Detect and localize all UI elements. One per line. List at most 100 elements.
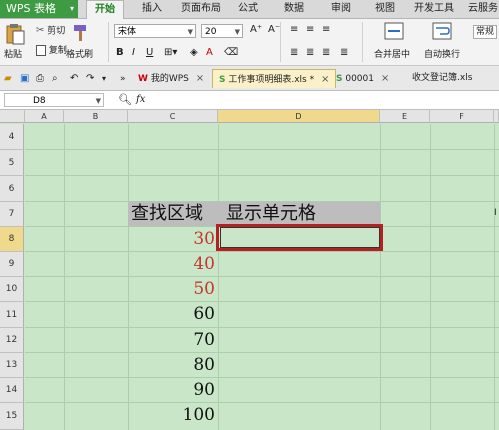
close-icon[interactable]: × xyxy=(196,73,204,84)
row-header[interactable]: 11 xyxy=(0,302,24,328)
tab-view[interactable]: 视图 xyxy=(375,0,395,18)
tab-developer[interactable]: 开发工具 xyxy=(414,0,454,18)
select-all-corner[interactable] xyxy=(0,110,25,123)
underline-icon: U xyxy=(146,47,154,58)
more-tabs-button[interactable]: » xyxy=(120,73,126,85)
font-name-select[interactable]: 宋体 ▼ xyxy=(114,24,196,38)
column-header-f[interactable]: F xyxy=(430,110,494,123)
cell-c11[interactable]: 60 xyxy=(128,302,217,326)
number-format-select[interactable]: 常规 xyxy=(473,25,498,39)
fill-color-button[interactable]: ◈ xyxy=(190,47,198,59)
justify-button[interactable]: ≣ xyxy=(340,47,348,59)
row-header[interactable]: 6 xyxy=(0,176,24,202)
wrap-text-button[interactable] xyxy=(432,22,452,40)
cell-c8[interactable]: 30 xyxy=(128,227,217,251)
tab-active-workbook[interactable]: S 工作事项明细表.xls * × xyxy=(212,69,337,88)
row-header[interactable]: 10 xyxy=(0,277,24,302)
copy-button[interactable]: 复制 xyxy=(36,45,67,57)
font-size-value: 20 xyxy=(205,27,217,37)
formula-input[interactable] xyxy=(160,93,495,107)
wrap-text-icon xyxy=(432,22,452,40)
grow-font-button[interactable]: A⁺ xyxy=(250,24,262,36)
cell-c10[interactable]: 50 xyxy=(128,277,217,301)
align-right-button[interactable]: ≣ xyxy=(322,47,330,59)
row-header[interactable]: 5 xyxy=(0,150,24,176)
tab-receipt-log[interactable]: 收文登记簿.xls xyxy=(406,69,478,88)
scissors-icon: ✂ xyxy=(36,25,45,36)
wps-app-menu[interactable]: WPS 表格 ▾ xyxy=(0,0,78,18)
clear-format-button[interactable]: ⌫ xyxy=(224,47,238,59)
cell-c15[interactable]: 100 xyxy=(128,403,217,427)
split-marker-icon: ⵏ xyxy=(494,208,497,218)
font-size-select[interactable]: 20 ▼ xyxy=(201,24,243,38)
cut-label: 剪切 xyxy=(47,26,66,37)
cell-d7[interactable]: 显示单元格 xyxy=(218,202,380,226)
row-header[interactable]: 8 xyxy=(0,227,24,252)
gridline xyxy=(25,276,499,277)
row-header[interactable]: 9 xyxy=(0,252,24,277)
borders-button[interactable]: ⊞▾ xyxy=(164,47,177,59)
gridline xyxy=(25,352,499,353)
cell-c12[interactable]: 70 xyxy=(128,328,217,352)
font-color-button[interactable]: A xyxy=(206,47,213,59)
open-folder-button[interactable]: ▰ xyxy=(4,73,12,85)
cell-c14[interactable]: 90 xyxy=(128,378,217,402)
name-box[interactable]: D8 ▼ xyxy=(4,93,104,107)
save-button[interactable]: ▣ xyxy=(20,73,29,85)
shrink-font-button[interactable]: A⁻ xyxy=(268,24,280,36)
column-header-a[interactable]: A xyxy=(25,110,64,123)
copy-label: 复制 xyxy=(48,46,67,56)
redo-button[interactable]: ↷ xyxy=(86,73,94,85)
cell-c9[interactable]: 40 xyxy=(128,252,217,276)
cell-c7[interactable]: 查找区域 xyxy=(128,202,218,226)
row-header[interactable]: 14 xyxy=(0,378,24,403)
column-header-b[interactable]: B xyxy=(64,110,128,123)
align-bottom-button[interactable]: ≡ xyxy=(322,24,330,36)
zoom-formula-button[interactable]: 🔍︎ xyxy=(118,94,132,106)
insert-function-button[interactable]: fx xyxy=(136,94,145,106)
tab-label: 工作事项明细表.xls * xyxy=(228,75,315,85)
tab-formulas[interactable]: 公式 xyxy=(238,0,258,18)
tab-cloud[interactable]: 云服务 xyxy=(468,0,498,18)
merge-cells-icon xyxy=(384,22,404,40)
column-header-c[interactable]: C xyxy=(128,110,218,123)
quick-access-dropdown[interactable]: ▾ xyxy=(102,73,106,85)
tab-review[interactable]: 审阅 xyxy=(331,0,351,18)
close-icon[interactable]: × xyxy=(381,73,389,84)
column-header-g[interactable] xyxy=(494,110,499,123)
gridline xyxy=(25,402,499,403)
align-middle-button[interactable]: ≡ xyxy=(306,24,314,36)
underline-button[interactable]: U xyxy=(146,47,153,59)
justify-icon: ≣ xyxy=(340,47,349,58)
tab-home[interactable]: 开始 xyxy=(86,0,124,19)
row-header[interactable]: 12 xyxy=(0,328,24,353)
row-header[interactable]: 15 xyxy=(0,403,24,430)
print-button[interactable]: ⎙ xyxy=(36,73,44,85)
tab-00001[interactable]: S 00001 × xyxy=(330,69,395,88)
bold-button[interactable]: B xyxy=(116,47,124,59)
column-header-e[interactable]: E xyxy=(380,110,430,123)
italic-button[interactable]: I xyxy=(132,47,135,59)
close-icon[interactable]: × xyxy=(321,74,329,85)
font-grow-icon: A⁺ xyxy=(250,24,263,35)
cut-button[interactable]: ✂ 剪切 xyxy=(36,25,65,38)
cell-c13[interactable]: 80 xyxy=(128,353,217,377)
tab-data[interactable]: 数据 xyxy=(284,0,304,18)
align-left-button[interactable]: ≣ xyxy=(290,47,298,59)
gridline xyxy=(64,124,65,430)
column-header-d[interactable]: D xyxy=(218,110,380,123)
row-header[interactable]: 4 xyxy=(0,124,24,150)
merge-center-button[interactable] xyxy=(384,22,404,40)
active-cell-d8[interactable] xyxy=(220,227,380,248)
tab-insert[interactable]: 插入 xyxy=(142,0,162,18)
tab-my-wps[interactable]: W 我的WPS × xyxy=(132,69,210,88)
align-center-button[interactable]: ≣ xyxy=(306,47,314,59)
paste-button[interactable] xyxy=(4,23,26,45)
print-preview-button[interactable]: ⌕ xyxy=(52,73,58,85)
format-painter-button[interactable] xyxy=(70,23,90,43)
row-header[interactable]: 7 xyxy=(0,202,24,227)
align-top-button[interactable]: ≡ xyxy=(290,24,298,36)
row-header[interactable]: 13 xyxy=(0,353,24,378)
undo-button[interactable]: ↶ xyxy=(70,73,78,85)
tab-page-layout[interactable]: 页面布局 xyxy=(181,0,221,18)
